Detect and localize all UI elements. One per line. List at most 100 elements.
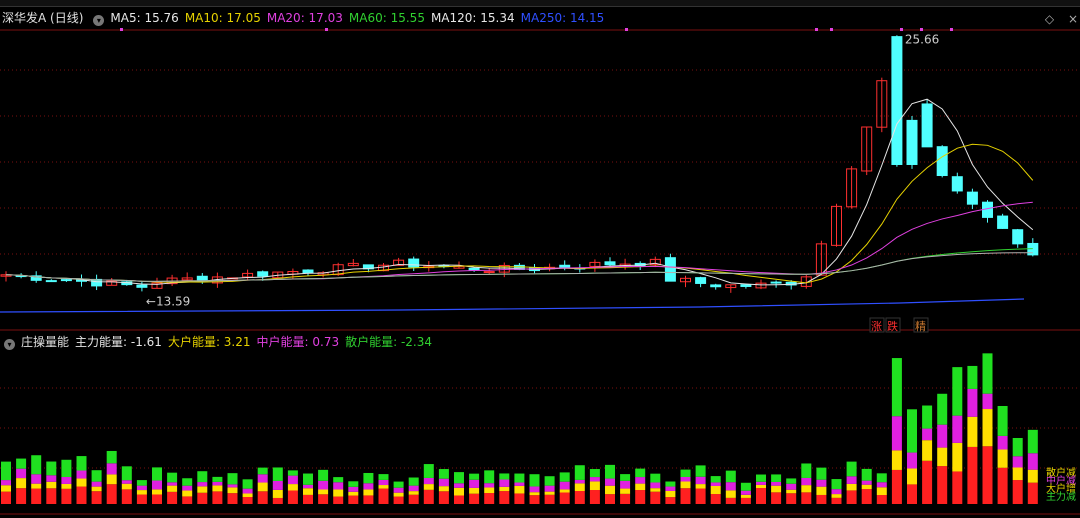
- energy-bar-8-1: [121, 483, 132, 490]
- energy-bar-37-2: [559, 481, 570, 490]
- energy-bar-55-1: [831, 494, 842, 498]
- energy-bar-20-3: [303, 473, 313, 485]
- energy-bar-28-3: [423, 464, 434, 478]
- energy-bar-6-3: [91, 470, 102, 482]
- energy-bar-29-0: [438, 491, 449, 504]
- energy-bar-51-3: [771, 474, 782, 482]
- energy-bar-11-2: [167, 482, 178, 486]
- energy-bar-45-3: [680, 469, 691, 477]
- energy-bar-58-1: [876, 487, 887, 496]
- energy-bar-47-0: [710, 494, 721, 504]
- energy-bar-54-3: [816, 467, 827, 480]
- energy-bar-48-0: [725, 497, 736, 504]
- energy-bar-26-0: [393, 496, 404, 504]
- energy-bar-16-0: [242, 497, 253, 504]
- energy-bar-26-2: [393, 487, 404, 493]
- candle-body-62: [936, 146, 948, 177]
- energy-bar-41-3: [620, 474, 631, 481]
- badge-2: 精: [915, 320, 926, 333]
- energy-bar-18-0: [272, 497, 283, 504]
- energy-bar-56-0: [846, 490, 857, 504]
- energy-bar-64-2: [967, 388, 978, 417]
- energy-bar-22-1: [333, 489, 344, 497]
- energy-bar-7-2: [106, 463, 117, 475]
- energy-bar-8-3: [121, 466, 132, 481]
- energy-bar-62-1: [937, 447, 948, 467]
- candle-body-20: [302, 269, 314, 274]
- energy-bar-60-3: [907, 409, 917, 453]
- energy-bar-48-3: [725, 470, 736, 483]
- energy-bar-39-1: [589, 481, 600, 491]
- energy-bar-11-1: [167, 485, 178, 492]
- energy-bar-61-2: [922, 428, 933, 441]
- energy-bar-31-3: [469, 473, 480, 480]
- energy-bar-12-3: [182, 478, 193, 486]
- energy-bar-27-3: [408, 477, 419, 486]
- energy-bar-25-3: [378, 474, 389, 480]
- signal-dot-5: [900, 28, 903, 31]
- energy-bar-40-3: [605, 464, 615, 479]
- energy-bar-34-2: [514, 482, 525, 486]
- energy-bar-10-1: [152, 489, 162, 495]
- energy-bar-63-1: [952, 442, 963, 472]
- energy-bar-62-2: [937, 424, 948, 448]
- energy-bar-20-1: [303, 488, 313, 495]
- energy-bar-42-1: [635, 483, 646, 491]
- candle-body-9: [136, 284, 148, 288]
- energy-bar-32-3: [484, 470, 495, 484]
- candle-body-51: [770, 281, 782, 284]
- energy-bar-6-1: [91, 486, 102, 492]
- energy-bar-51-0: [771, 492, 782, 504]
- energy-bar-24-3: [363, 472, 374, 484]
- energy-bar-50-2: [756, 481, 766, 485]
- energy-bar-41-2: [620, 480, 631, 489]
- energy-bar-38-0: [574, 490, 585, 504]
- energy-bar-26-3: [393, 481, 404, 488]
- energy-bar-2-0: [31, 488, 42, 504]
- energy-bar-39-3: [589, 469, 600, 478]
- energy-bar-35-1: [529, 492, 540, 496]
- energy-bar-43-2: [650, 482, 661, 489]
- energy-bar-55-3: [831, 479, 842, 490]
- energy-bar-4-2: [61, 477, 72, 484]
- energy-bar-0-0: [1, 491, 11, 504]
- energy-bar-35-3: [529, 474, 540, 487]
- energy-bar-21-3: [318, 469, 329, 481]
- energy-bar-3-1: [46, 481, 57, 489]
- energy-bar-8-0: [121, 489, 132, 504]
- energy-bar-11-3: [167, 472, 178, 483]
- energy-bar-49-2: [740, 490, 751, 495]
- energy-bar-45-1: [680, 481, 691, 489]
- energy-bar-9-0: [136, 494, 147, 504]
- energy-bar-25-0: [378, 488, 389, 504]
- energy-bar-13-0: [197, 492, 208, 504]
- energy-bar-59-3: [891, 358, 902, 417]
- energy-bar-46-0: [695, 488, 706, 504]
- energy-bar-53-0: [801, 492, 812, 504]
- candle-body-67: [1012, 229, 1024, 245]
- energy-bar-55-0: [831, 497, 842, 504]
- energy-bar-67-2: [1012, 456, 1023, 468]
- energy-bar-42-2: [635, 477, 646, 484]
- low-price-label: ←13.59: [146, 294, 190, 308]
- energy-bar-43-1: [650, 488, 661, 492]
- energy-bar-28-0: [423, 489, 434, 504]
- energy-bar-32-1: [484, 487, 495, 494]
- energy-bar-65-0: [982, 446, 993, 504]
- energy-bar-38-1: [574, 483, 585, 491]
- candle-body-46: [695, 277, 707, 284]
- energy-bar-2-1: [31, 483, 42, 489]
- energy-bar-64-3: [967, 365, 978, 389]
- energy-bar-65-1: [982, 409, 993, 447]
- kline-chart[interactable]: 25.66←13.59涨跌精散户减中户减大户增主力减: [0, 0, 1080, 518]
- energy-bar-66-1: [997, 449, 1008, 468]
- energy-bar-45-0: [680, 488, 691, 504]
- energy-bar-44-0: [665, 497, 676, 504]
- energy-bar-4-0: [61, 488, 72, 504]
- energy-bar-10-3: [152, 467, 162, 481]
- energy-bar-24-1: [363, 489, 374, 496]
- energy-bar-21-1: [318, 489, 329, 495]
- energy-bar-57-2: [861, 480, 872, 485]
- candle-body-60: [906, 119, 918, 165]
- energy-bar-64-1: [967, 416, 978, 447]
